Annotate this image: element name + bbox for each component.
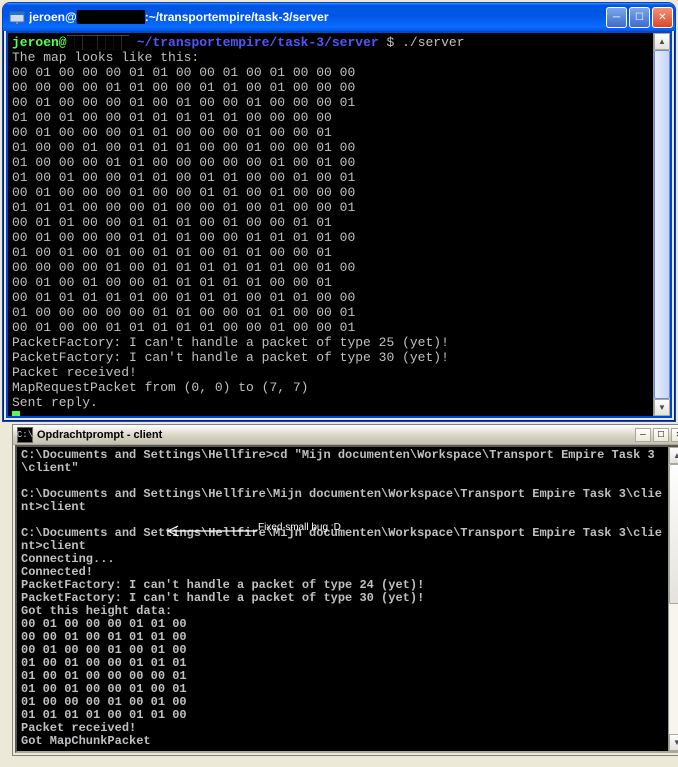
putty-window-title: jeroen@████████:~/transportempire/task-3… xyxy=(29,10,604,24)
cmd-terminal[interactable]: C:\Documents and Settings\Hellfire>cd "M… xyxy=(17,447,668,751)
minimize-button[interactable]: ─ xyxy=(606,7,627,28)
maximize-button[interactable]: ☐ xyxy=(629,7,650,28)
putty-client-area: jeroen@████████ ~/transportempire/task-3… xyxy=(6,31,672,418)
scroll-down-button[interactable]: ▼ xyxy=(654,399,670,416)
cmd-client-area: C:\Documents and Settings\Hellfire>cd "M… xyxy=(15,445,678,753)
cmd-window-title: Opdrachtprompt - client xyxy=(37,429,633,441)
cmd-window: C:\ Opdrachtprompt - client ─ ☐ ✕ C:\Doc… xyxy=(12,424,678,756)
scroll-down-button[interactable]: ▼ xyxy=(669,734,678,751)
cmd-icon: C:\ xyxy=(17,427,33,443)
cmd-scrollbar[interactable]: ▲ ▼ xyxy=(668,447,678,751)
maximize-button[interactable]: ☐ xyxy=(653,428,669,442)
putty-terminal[interactable]: jeroen@████████ ~/transportempire/task-3… xyxy=(8,33,653,416)
putty-icon xyxy=(9,9,25,25)
close-button[interactable]: ✕ xyxy=(671,428,678,442)
cmd-titlebar[interactable]: C:\ Opdrachtprompt - client ─ ☐ ✕ xyxy=(13,425,678,445)
cmd-heightmap: 00 01 00 00 00 01 01 00 00 00 01 00 01 0… xyxy=(21,617,187,722)
scroll-track[interactable] xyxy=(654,50,670,399)
scroll-thumb[interactable] xyxy=(654,50,670,399)
scroll-up-button[interactable]: ▲ xyxy=(669,447,678,464)
putty-titlebar[interactable]: jeroen@████████:~/transportempire/task-3… xyxy=(3,3,675,31)
scroll-track[interactable] xyxy=(669,464,678,734)
cursor-icon xyxy=(12,411,20,416)
putty-window: jeroen@████████:~/transportempire/task-3… xyxy=(2,2,676,422)
scroll-up-button[interactable]: ▲ xyxy=(654,33,670,50)
minimize-button[interactable]: ─ xyxy=(635,428,651,442)
scroll-thumb[interactable] xyxy=(669,464,678,604)
putty-scrollbar[interactable]: ▲ ▼ xyxy=(653,33,670,416)
close-button[interactable]: ✕ xyxy=(652,7,673,28)
putty-map: 00 01 00 00 00 01 01 00 00 01 00 01 00 0… xyxy=(12,65,355,335)
